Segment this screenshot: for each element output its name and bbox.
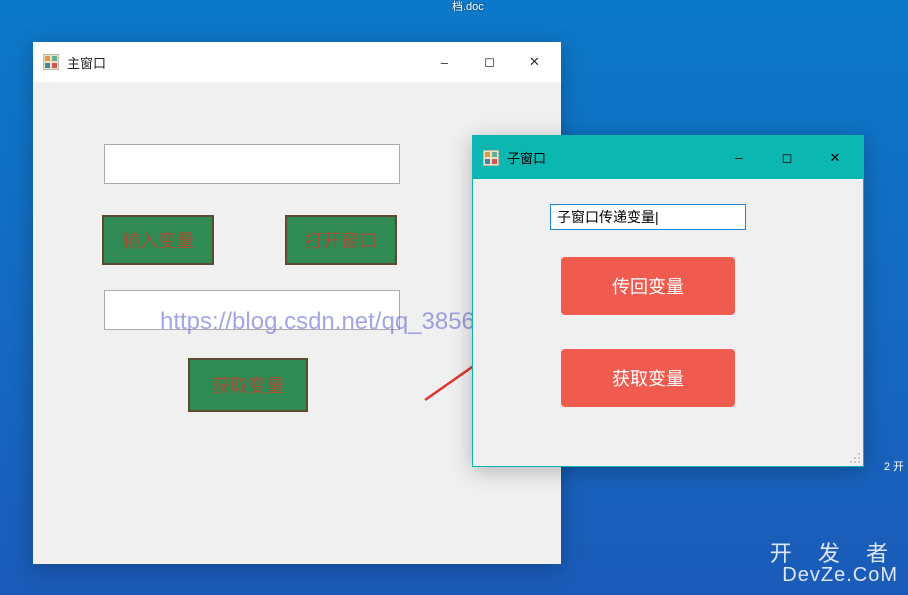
close-button[interactable]: ✕ bbox=[512, 47, 557, 77]
minimize-button[interactable]: – bbox=[422, 47, 467, 77]
get-variable-button-main[interactable]: 获取变量 bbox=[188, 358, 308, 412]
winforms-app-icon bbox=[43, 54, 59, 70]
child-titlebar[interactable]: 子窗口 – ◻ ✕ bbox=[473, 136, 863, 179]
main-input-bottom[interactable] bbox=[104, 290, 400, 330]
child-client-area: 传回变量 获取变量 bbox=[473, 179, 863, 466]
close-button[interactable]: ✕ bbox=[811, 142, 859, 174]
get-variable-button-child[interactable]: 获取变量 bbox=[561, 349, 735, 407]
input-variable-button[interactable]: 输入变量 bbox=[102, 215, 214, 265]
send-back-variable-button[interactable]: 传回变量 bbox=[561, 257, 735, 315]
branding-en: DevZe.CoM bbox=[770, 565, 898, 585]
resize-grip-icon[interactable] bbox=[849, 452, 861, 464]
minimize-button[interactable]: – bbox=[715, 142, 763, 174]
child-window: 子窗口 – ◻ ✕ 传回变量 获取变量 bbox=[472, 135, 864, 467]
open-window-button[interactable]: 打开窗口 bbox=[285, 215, 397, 265]
desktop-side-text: 2 开 bbox=[884, 460, 904, 475]
desktop-file-label: 档.doc bbox=[452, 0, 484, 14]
maximize-button[interactable]: ◻ bbox=[763, 142, 811, 174]
child-window-title: 子窗口 bbox=[507, 148, 715, 167]
main-titlebar[interactable]: 主窗口 – ◻ ✕ bbox=[33, 42, 561, 82]
main-input-top[interactable] bbox=[104, 144, 400, 184]
branding-watermark: 开 发 者 DevZe.CoM bbox=[770, 543, 898, 585]
branding-cn: 开 发 者 bbox=[770, 543, 898, 565]
child-text-input[interactable] bbox=[550, 204, 746, 230]
winforms-app-icon bbox=[483, 150, 499, 166]
maximize-button[interactable]: ◻ bbox=[467, 47, 512, 77]
main-window-title: 主窗口 bbox=[67, 53, 422, 72]
